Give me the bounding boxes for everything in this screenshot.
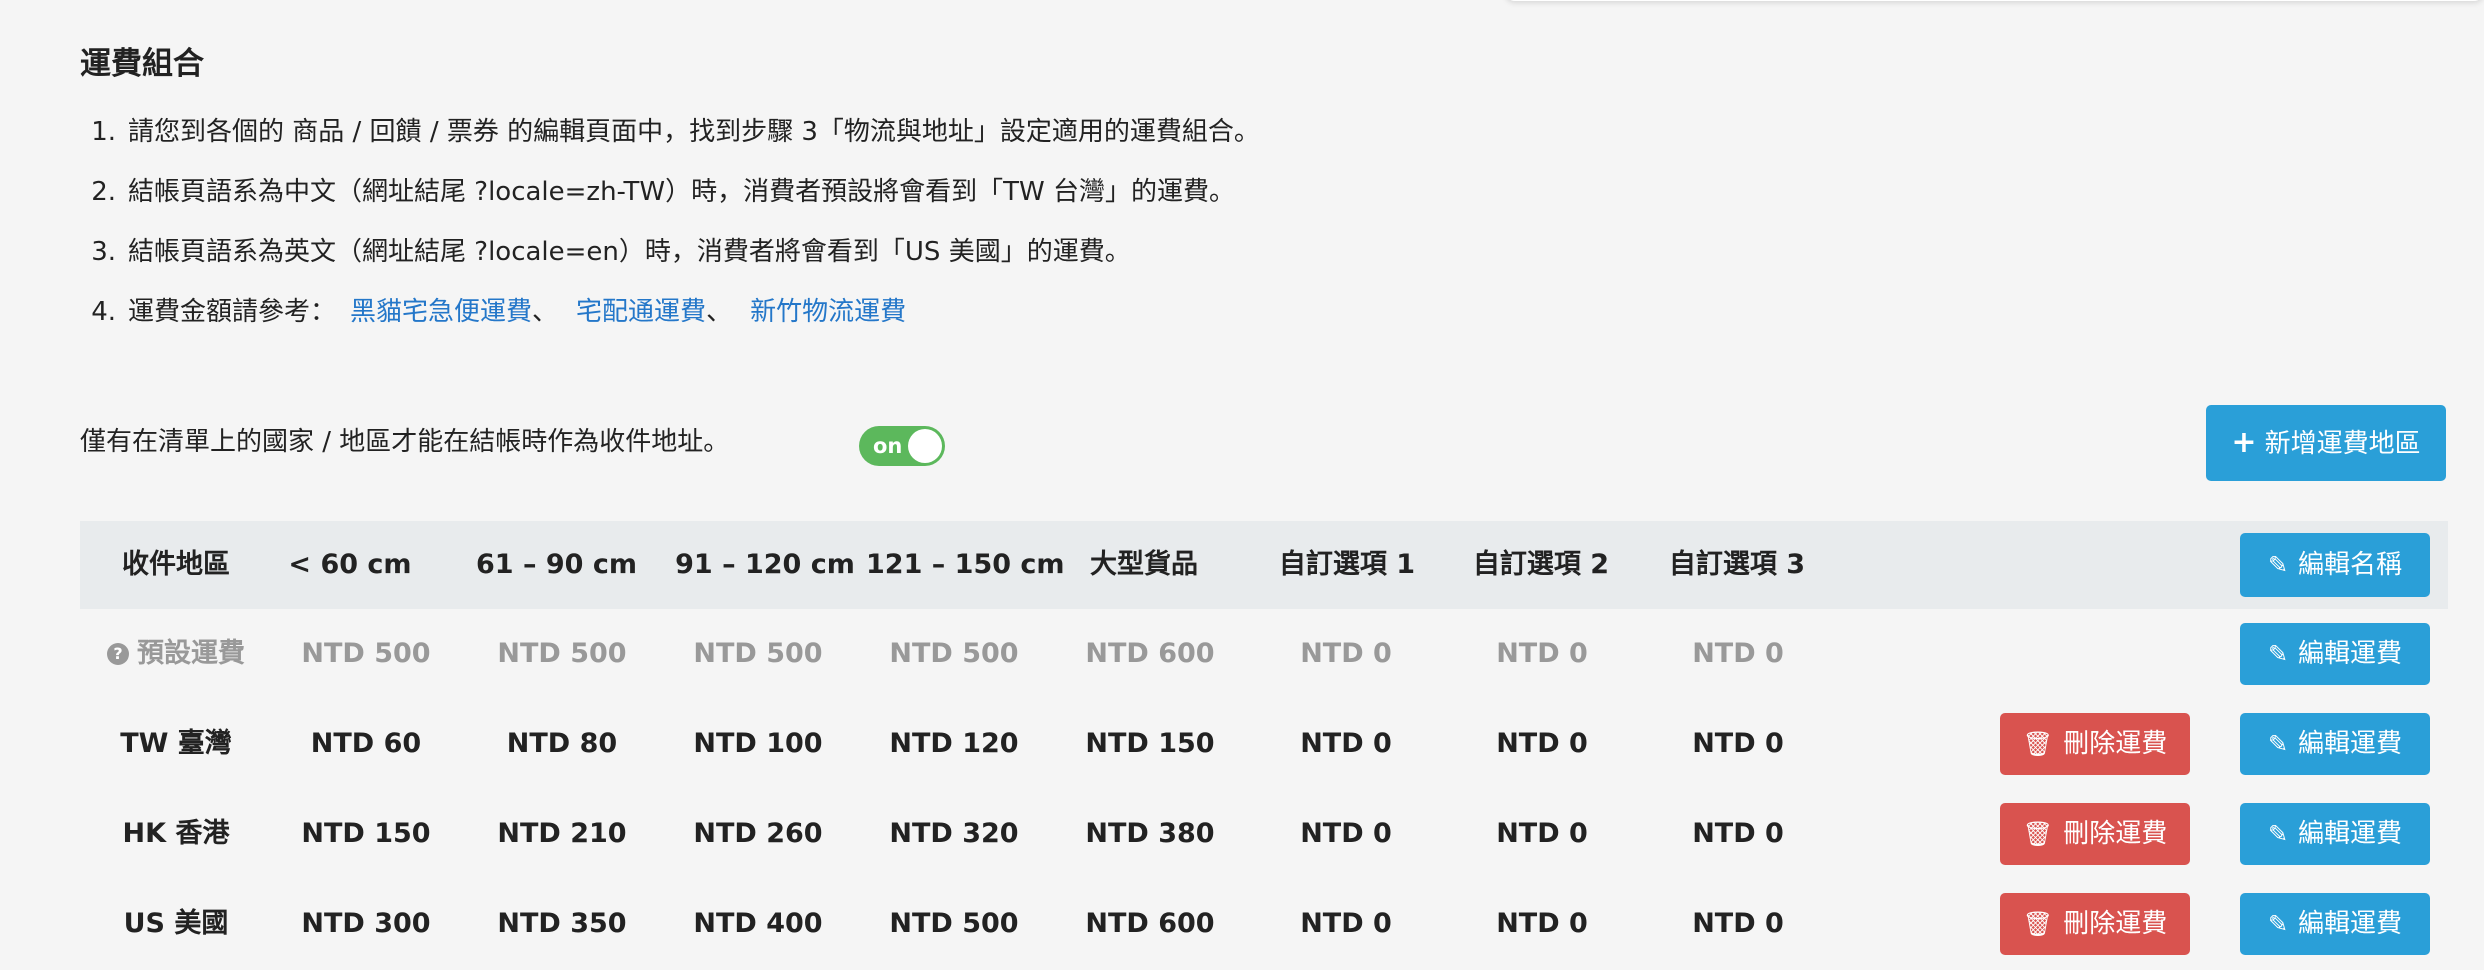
header-custom-2: 自訂選項 2 bbox=[1472, 549, 1610, 580]
fee-cell: NTD 320 bbox=[889, 818, 1019, 849]
fee-cell: NTD 0 bbox=[1300, 908, 1392, 939]
fee-cell: NTD 0 bbox=[1692, 818, 1784, 849]
trash-icon: 🗑 bbox=[2022, 910, 2054, 938]
link-pelican-fee[interactable]: 宅配通運費 bbox=[576, 297, 706, 327]
fee-cell: NTD 0 bbox=[1692, 908, 1784, 939]
instruction-item: 2. 結帳頁語系為中文（網址結尾 ?locale=zh-TW）時，消費者預設將會看… bbox=[91, 177, 1235, 207]
header-size-1: < 60 cm bbox=[288, 549, 412, 580]
fee-cell: NTD 80 bbox=[506, 728, 618, 759]
toggle-label: on bbox=[873, 434, 903, 458]
add-region-button[interactable]: + 新增運費地區 bbox=[2206, 405, 2446, 481]
fee-cell: NTD 260 bbox=[693, 818, 823, 849]
edit-fee-button[interactable]: ✎ 編輯運費 bbox=[2240, 713, 2430, 775]
fee-cell: NTD 120 bbox=[889, 728, 1019, 759]
fee-cell: NTD 0 bbox=[1300, 638, 1392, 669]
link-hct-fee[interactable]: 新竹物流運費 bbox=[750, 297, 906, 327]
edit-fee-button[interactable]: ✎ 編輯運費 bbox=[2240, 623, 2430, 685]
shipping-fee-table: 收件地區 < 60 cm 61 – 90 cm 91 – 120 cm 121 … bbox=[80, 521, 2448, 970]
table-header: 收件地區 < 60 cm 61 – 90 cm 91 – 120 cm 121 … bbox=[80, 521, 2448, 609]
fee-cell: NTD 60 bbox=[310, 728, 422, 759]
instruction-item-reference: 4. 運費金額請參考： 黑貓宅急便運費、 宅配通運費、 新竹物流運費 bbox=[91, 297, 907, 327]
pencil-icon: ✎ bbox=[2267, 640, 2289, 668]
instruction-item: 1. 請您到各個的 商品 / 回饋 / 票券 的編輯頁面中，找到步驟 3「物流與地… bbox=[91, 117, 1260, 147]
restriction-text: 僅有在清單上的國家 / 地區才能在結帳時作為收件地址。 bbox=[80, 427, 730, 457]
header-size-2: 61 – 90 cm bbox=[476, 549, 637, 580]
pencil-icon: ✎ bbox=[2267, 730, 2289, 758]
delete-fee-button[interactable]: 🗑 刪除運費 bbox=[2000, 803, 2190, 865]
region-cell: HK 香港 bbox=[122, 818, 230, 849]
region-cell: ? 預設運費 bbox=[96, 609, 256, 699]
fee-cell: NTD 380 bbox=[1085, 818, 1215, 849]
pencil-icon: ✎ bbox=[2267, 910, 2289, 938]
top-card-edge bbox=[1505, 0, 2484, 1]
trash-icon: 🗑 bbox=[2022, 820, 2054, 848]
fee-cell: NTD 0 bbox=[1496, 638, 1588, 669]
table-row-tw: TW 臺灣 NTD 60 NTD 80 NTD 100 NTD 120 NTD … bbox=[80, 699, 2448, 789]
fee-cell: NTD 300 bbox=[301, 908, 431, 939]
fee-cell: NTD 150 bbox=[301, 818, 431, 849]
header-size-4: 121 – 150 cm bbox=[866, 549, 1065, 580]
fee-cell: NTD 600 bbox=[1085, 638, 1215, 669]
fee-cell: NTD 0 bbox=[1692, 638, 1784, 669]
fee-cell: NTD 0 bbox=[1692, 728, 1784, 759]
region-cell: TW 臺灣 bbox=[120, 728, 232, 759]
instruction-list: 1. 請您到各個的 商品 / 回饋 / 票券 的編輯頁面中，找到步驟 3「物流與地… bbox=[80, 102, 1260, 342]
fee-cell: NTD 500 bbox=[693, 638, 823, 669]
fee-cell: NTD 150 bbox=[1085, 728, 1215, 759]
fee-cell: NTD 210 bbox=[497, 818, 627, 849]
header-custom-3: 自訂選項 3 bbox=[1668, 549, 1806, 580]
fee-cell: NTD 100 bbox=[693, 728, 823, 759]
table-row-default: ? 預設運費 NTD 500 NTD 500 NTD 500 NTD 500 NT… bbox=[80, 609, 2448, 699]
fee-cell: NTD 500 bbox=[301, 638, 431, 669]
fee-cell: NTD 350 bbox=[497, 908, 627, 939]
trash-icon: 🗑 bbox=[2022, 730, 2054, 758]
fee-cell: NTD 0 bbox=[1496, 818, 1588, 849]
toggle-knob bbox=[908, 429, 942, 463]
delete-fee-button[interactable]: 🗑 刪除運費 bbox=[2000, 713, 2190, 775]
edit-names-button[interactable]: ✎ 編輯名稱 bbox=[2240, 533, 2430, 597]
restriction-toggle[interactable]: on bbox=[859, 426, 945, 466]
pencil-icon: ✎ bbox=[2267, 551, 2289, 579]
fee-cell: NTD 600 bbox=[1085, 908, 1215, 939]
delete-fee-button[interactable]: 🗑 刪除運費 bbox=[2000, 893, 2190, 955]
header-region: 收件地區 bbox=[122, 549, 230, 580]
fee-cell: NTD 400 bbox=[693, 908, 823, 939]
fee-cell: NTD 0 bbox=[1496, 728, 1588, 759]
fee-cell: NTD 0 bbox=[1300, 728, 1392, 759]
table-row-hk: HK 香港 NTD 150 NTD 210 NTD 260 NTD 320 NT… bbox=[80, 789, 2448, 879]
fee-cell: NTD 500 bbox=[889, 908, 1019, 939]
fee-cell: NTD 500 bbox=[889, 638, 1019, 669]
link-black-cat-fee[interactable]: 黑貓宅急便運費 bbox=[350, 297, 532, 327]
edit-fee-button[interactable]: ✎ 編輯運費 bbox=[2240, 803, 2430, 865]
plus-icon: + bbox=[2231, 425, 2257, 460]
header-custom-1: 自訂選項 1 bbox=[1278, 549, 1416, 580]
table-row-us: US 美國 NTD 300 NTD 350 NTD 400 NTD 500 NT… bbox=[80, 879, 2448, 969]
pencil-icon: ✎ bbox=[2267, 820, 2289, 848]
section-title: 運費組合 bbox=[80, 46, 204, 82]
fee-cell: NTD 500 bbox=[497, 638, 627, 669]
question-circle-icon: ? bbox=[107, 643, 129, 665]
reference-prefix: 運費金額請參考： bbox=[128, 297, 337, 327]
instruction-item: 3. 結帳頁語系為英文（網址結尾 ?locale=en）時，消費者將會看到「US … bbox=[91, 237, 1131, 267]
edit-fee-button[interactable]: ✎ 編輯運費 bbox=[2240, 893, 2430, 955]
header-large: 大型貨品 bbox=[1090, 549, 1198, 580]
fee-cell: NTD 0 bbox=[1300, 818, 1392, 849]
header-size-3: 91 – 120 cm bbox=[675, 549, 855, 580]
region-cell: US 美國 bbox=[123, 908, 229, 939]
fee-cell: NTD 0 bbox=[1496, 908, 1588, 939]
